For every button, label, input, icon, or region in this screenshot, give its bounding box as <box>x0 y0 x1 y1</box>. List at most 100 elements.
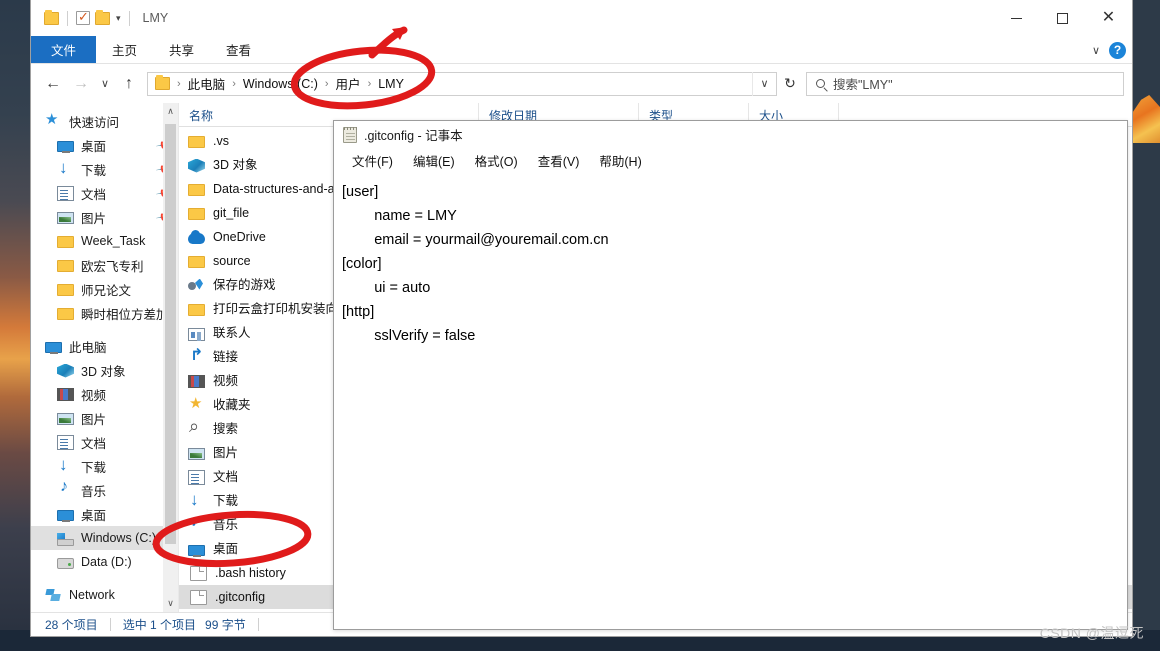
watermark: CSDN @温逗死 <box>1039 625 1144 641</box>
sidebar-item[interactable]: 桌面📌 <box>31 133 178 157</box>
menu-edit[interactable]: 编辑(E) <box>403 151 465 170</box>
help-icon[interactable]: ? <box>1109 41 1126 59</box>
scroll-down-icon[interactable]: ∨ <box>163 595 178 612</box>
tab-share[interactable]: 共享 <box>153 36 210 63</box>
divider <box>67 10 68 26</box>
scrollbar-track[interactable] <box>163 120 178 595</box>
sidebar-item[interactable]: 下载 <box>31 454 178 478</box>
search-placeholder: 搜索"LMY" <box>833 78 893 92</box>
sidebar-item[interactable]: Windows (C:) <box>31 526 178 550</box>
file-name: .bash history <box>215 565 286 580</box>
ribbon-tabs: 文件 主页 共享 查看 ∨ ? <box>31 36 1132 64</box>
address-breadcrumb-field[interactable]: › 此电脑 › Windows (C:) › 用户 › LMY ∨ <box>147 71 777 96</box>
sidebar-item-label: 师兄论文 <box>81 283 132 298</box>
folder-icon <box>188 304 205 316</box>
chevron-down-icon[interactable]: ▾ <box>116 13 121 24</box>
drive-icon <box>57 558 74 569</box>
breadcrumb-this-pc[interactable]: 此电脑 <box>184 74 230 93</box>
menu-help[interactable]: 帮助(H) <box>589 151 651 170</box>
sidebar-item-label: 此电脑 <box>69 340 107 355</box>
sidebar-item[interactable]: Data (D:) <box>31 550 178 574</box>
sidebar-item[interactable]: 视频 <box>31 382 178 406</box>
sidebar-item-label: 欧宏飞专利 <box>81 259 144 274</box>
wallpaper-right <box>1133 0 1160 630</box>
file-name: 图片 <box>213 445 239 460</box>
address-dropdown-button[interactable]: ∨ <box>752 71 776 96</box>
refresh-button[interactable]: ↻ <box>777 72 803 96</box>
minimize-button[interactable] <box>993 0 1039 36</box>
menu-view[interactable]: 查看(V) <box>528 151 590 170</box>
check-icon[interactable] <box>76 9 90 25</box>
chevron-down-icon[interactable]: ∨ <box>1092 44 1100 57</box>
quick-access-toolbar[interactable]: ▾ <box>31 9 133 26</box>
folder-icon <box>188 184 205 196</box>
sidebar-item[interactable]: 瞬时相位方差加权 <box>31 301 178 325</box>
back-button[interactable]: ← <box>39 69 67 99</box>
sidebar-item-label: Network <box>69 588 115 602</box>
tab-home[interactable]: 主页 <box>96 36 153 63</box>
sidebar-item[interactable]: 音乐 <box>31 478 178 502</box>
sidebar-item[interactable]: Network <box>31 583 178 607</box>
documents-icon <box>57 185 74 201</box>
file-icon <box>190 589 207 605</box>
scrollbar-thumb[interactable] <box>165 124 176 544</box>
breadcrumb-users[interactable]: 用户 <box>332 74 365 93</box>
links-icon <box>188 345 205 365</box>
forward-button[interactable]: → <box>67 69 95 99</box>
recent-locations-button[interactable]: ∨ <box>95 69 115 99</box>
sidebar-item[interactable]: 快速访问 <box>31 109 178 133</box>
breadcrumb-windows-c[interactable]: Windows (C:) <box>239 77 322 91</box>
sidebar-item[interactable]: 欧宏飞专利 <box>31 253 178 277</box>
sidebar-item[interactable]: 图片 <box>31 406 178 430</box>
breadcrumb-separator: › <box>324 77 329 90</box>
folder-icon <box>155 75 170 90</box>
desktop-icon <box>57 140 74 153</box>
window-title: LMY <box>142 11 169 25</box>
desktop: ▾ LMY ✕ 文件 主页 共享 查看 ∨ ? ← → ∨ ↑ <box>0 0 1160 651</box>
file-name: OneDrive <box>213 229 266 244</box>
explorer-titlebar: ▾ LMY ✕ <box>31 0 1132 36</box>
sidebar-item[interactable]: 图片📌 <box>31 205 178 229</box>
tab-view[interactable]: 查看 <box>210 36 267 63</box>
sidebar-item[interactable]: Week_Task <box>31 229 178 253</box>
file-name: Data-structures-and-a <box>213 181 335 196</box>
search-box[interactable]: 搜索"LMY" <box>806 71 1124 96</box>
sidebar-item-label: 图片 <box>81 211 107 226</box>
network-icon <box>45 588 62 603</box>
notepad-title: .gitconfig - 记事本 <box>364 129 463 143</box>
saved-games-icon <box>188 279 205 293</box>
breadcrumb-separator: › <box>232 77 236 90</box>
videos-icon <box>57 388 74 401</box>
pictures-icon <box>57 413 74 425</box>
status-item-count: 28 个项目 <box>45 618 98 632</box>
file-name: 桌面 <box>213 541 239 556</box>
scroll-up-icon[interactable]: ∧ <box>163 103 178 120</box>
sidebar-item-label: 快速访问 <box>69 115 120 130</box>
breadcrumb-lmy[interactable]: LMY <box>374 77 408 91</box>
sidebar-item[interactable]: 文档📌 <box>31 181 178 205</box>
close-button[interactable]: ✕ <box>1085 0 1132 36</box>
sidebar-item[interactable]: 下载📌 <box>31 157 178 181</box>
folder-icon[interactable] <box>95 9 110 25</box>
tab-file[interactable]: 文件 <box>31 36 97 63</box>
status-size: 99 字节 <box>205 618 246 632</box>
wallpaper-flame <box>1133 95 1160 143</box>
up-button[interactable]: ↑ <box>115 69 143 99</box>
file-name: .vs <box>213 133 229 148</box>
music-icon <box>188 513 205 533</box>
navigation-list: 快速访问桌面📌下载📌文档📌图片📌 Week_Task 欧宏飞专利师兄论文瞬时相位方差… <box>31 103 178 607</box>
navigation-scrollbar[interactable]: ∧ ∨ <box>163 103 178 612</box>
sidebar-item[interactable]: 3D 对象 <box>31 358 178 382</box>
notepad-text-area[interactable]: [user] name = LMY email = yourmail@youre… <box>334 173 1127 629</box>
maximize-button[interactable] <box>1039 0 1085 36</box>
file-name: 3D 对象 <box>213 157 258 172</box>
notepad-menubar: 文件(F) 编辑(E) 格式(O) 查看(V) 帮助(H) <box>334 148 1127 173</box>
sidebar-item[interactable]: 文档 <box>31 430 178 454</box>
menu-format[interactable]: 格式(O) <box>465 151 528 170</box>
sidebar-item[interactable]: 师兄论文 <box>31 277 178 301</box>
sidebar-item[interactable]: 桌面 <box>31 502 178 526</box>
favorites-star-icon <box>188 394 205 413</box>
sidebar-item[interactable]: 此电脑 <box>31 334 178 358</box>
menu-file[interactable]: 文件(F) <box>342 151 403 170</box>
